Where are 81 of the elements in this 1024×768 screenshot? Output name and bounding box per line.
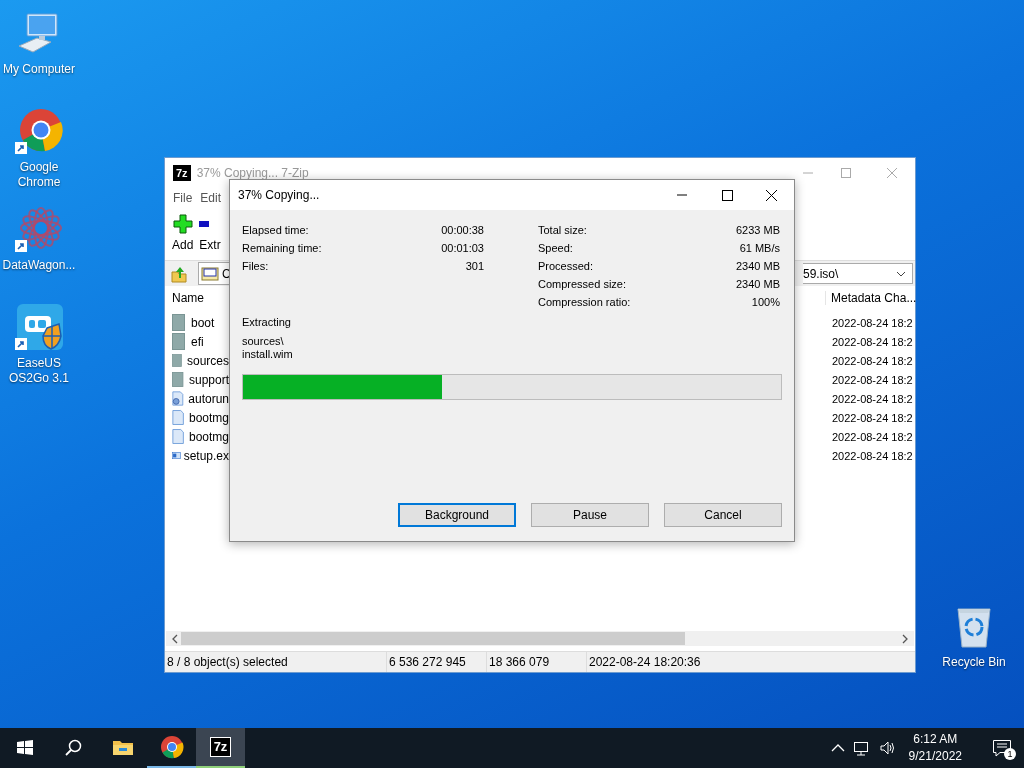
drive-shield-icon[interactable] (15, 304, 63, 352)
horizontal-scrollbar[interactable] (166, 631, 914, 646)
folder-icon (172, 352, 184, 369)
table-cell-text: 2022-08-24 18:2 (832, 373, 914, 386)
stat-label: Compression ratio: (538, 296, 632, 308)
app-logo: 7z (173, 164, 191, 181)
chevron-up-icon[interactable] (830, 743, 845, 753)
icon-label[interactable]: EaseUS OS2Go 3.1 (2, 356, 76, 386)
file-name[interactable]: support (188, 372, 229, 387)
folder-icon (172, 314, 188, 331)
table-cell-text: 2022-08-24 18:2 (832, 430, 914, 443)
icon-label[interactable]: DataWagon... (2, 258, 76, 273)
file-icon (172, 409, 186, 426)
settings-file-icon (172, 390, 186, 407)
chrome-icon[interactable] (15, 108, 63, 156)
window-title: 37% Copying... 7-Zip (196, 165, 309, 180)
table-cell-text: 2022-08-24 18:2 (832, 411, 914, 424)
clock[interactable]: 6:12 AM 9/21/2022 (908, 731, 962, 765)
file-name[interactable]: autorun (188, 391, 229, 406)
dialog-button[interactable]: Pause (531, 503, 649, 527)
chevron-down-icon[interactable] (896, 270, 906, 277)
file-name[interactable]: setup.ex (183, 448, 229, 463)
stat-label: Elapsed time: (242, 224, 310, 236)
folder-icon (172, 371, 186, 388)
taskbar-button[interactable]: 7z (196, 728, 245, 768)
menu-item[interactable]: Edit (196, 190, 226, 205)
stat-value: 00:00:38 (441, 224, 484, 236)
stat-value: 301 (464, 260, 484, 272)
toolbar-button[interactable]: Add (172, 208, 194, 252)
dialog-button[interactable]: Cancel (664, 503, 782, 527)
plus-icon (172, 214, 193, 234)
status-text: 6 536 272 945 (387, 652, 487, 672)
status-text: 2022-08-24 18:20:36 (588, 654, 701, 671)
stat-value: 6233 MB (735, 224, 780, 236)
toolbar-button[interactable]: Extr (199, 208, 221, 252)
icon-label[interactable]: Recycle Bin (937, 655, 1011, 670)
icon-label[interactable]: Google Chrome (2, 160, 76, 190)
stat-value: 2340 MB (735, 278, 780, 290)
status-text: Extracting (242, 315, 292, 330)
file-name[interactable]: boot (191, 315, 215, 330)
stat-value: 00:01:03 (441, 242, 484, 254)
scroll-right-icon[interactable] (901, 633, 909, 644)
notification-button[interactable]: 1 (980, 728, 1024, 768)
file-icon (172, 428, 186, 445)
column-header[interactable]: Name (172, 291, 229, 305)
chrome-icon (159, 735, 184, 759)
starburst-icon[interactable] (15, 206, 63, 254)
file-path: sources\ (242, 335, 285, 348)
stat-label: Compressed size: (538, 278, 628, 290)
status-text: 8 / 8 object(s) selected (165, 652, 387, 672)
status-text: 18 366 079 (487, 652, 587, 672)
file-name[interactable]: sources (186, 353, 229, 368)
stat-label: Files: (242, 260, 270, 272)
table-cell-text: 2022-08-24 18:2 (832, 316, 914, 329)
table-cell-text: 2022-08-24 18:2 (832, 335, 914, 348)
table-cell-text: 2022-08-24 18:2 (832, 449, 914, 462)
window-title: 37% Copying... (238, 188, 320, 202)
notification-count: 1 (1004, 748, 1016, 760)
scroll-thumb[interactable] (181, 632, 685, 645)
stat-label: Total size: (538, 224, 588, 236)
stat-value: 2340 MB (735, 260, 780, 272)
file-name[interactable]: bootmg (188, 429, 229, 444)
table-cell-text: 2022-08-24 18:2 (832, 354, 914, 367)
file-name: install.wim (242, 348, 294, 361)
file-name[interactable]: efi (191, 334, 204, 349)
file-name[interactable]: bootmg (188, 410, 229, 425)
volume-icon[interactable] (878, 740, 897, 756)
dialog-button[interactable]: Background (398, 503, 516, 527)
stat-value: 100% (750, 296, 780, 308)
network-icon[interactable] (852, 740, 871, 756)
stat-value: 61 MB/s (738, 242, 780, 254)
stat-label: Processed: (538, 260, 595, 272)
message-icon (992, 739, 1012, 757)
menu-item[interactable]: File (169, 190, 197, 205)
stat-label: Remaining time: (242, 242, 323, 254)
address-field[interactable]: 59.iso\ (803, 263, 913, 284)
folder-icon (172, 333, 188, 350)
disc-image-icon (201, 265, 219, 282)
stat-label: Speed: (538, 242, 574, 254)
scroll-left-icon[interactable] (171, 633, 179, 644)
table-cell-text: 2022-08-24 18:2 (832, 392, 914, 405)
